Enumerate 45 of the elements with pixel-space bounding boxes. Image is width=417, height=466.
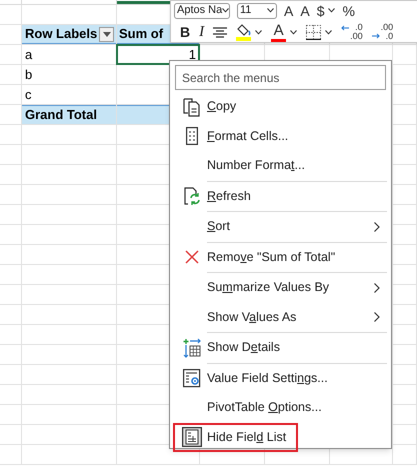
caret-icon xyxy=(267,8,274,13)
italic-button[interactable]: I xyxy=(199,24,204,40)
row-label: c xyxy=(25,86,32,104)
field-settings-icon xyxy=(183,368,201,388)
caret-icon xyxy=(222,8,230,13)
align-center-icon[interactable] xyxy=(213,26,228,38)
filter-dropdown-button[interactable] xyxy=(99,26,114,42)
borders-icon[interactable] xyxy=(306,24,322,40)
toolbar-button[interactable]: % xyxy=(342,4,355,18)
toolbar-button[interactable]: A xyxy=(300,4,310,18)
grand-total-label: Grand Total xyxy=(25,106,97,124)
menu-item[interactable]: Refresh xyxy=(175,182,386,211)
column-header: Sum of xyxy=(119,25,164,44)
font-name-field[interactable]: Aptos Na xyxy=(174,2,230,18)
menu-item[interactable]: Copy xyxy=(175,92,386,122)
row-label: b xyxy=(25,66,32,84)
menu-item[interactable]: Show Details xyxy=(175,333,386,362)
remove-icon xyxy=(185,250,199,264)
menu-item[interactable]: Sort xyxy=(175,212,386,242)
menu-item[interactable]: Summarize Values By xyxy=(175,273,386,302)
fill-color-icon[interactable] xyxy=(236,24,252,40)
search-field[interactable]: Search the menus xyxy=(175,65,386,90)
font-size-field[interactable]: 11 xyxy=(237,2,277,18)
menu-item[interactable]: PivotTable Options... xyxy=(175,393,386,422)
arrow-icon xyxy=(341,25,350,31)
copy-icon xyxy=(183,96,201,117)
table-cell[interactable]: 1 xyxy=(117,45,199,64)
font-color-button[interactable]: A xyxy=(271,22,286,42)
menu-item[interactable]: Number Format... xyxy=(175,151,386,180)
toolbar-button[interactable]: $ xyxy=(316,4,324,18)
menu-item[interactable]: Value Field Settings... xyxy=(175,364,386,393)
menu-item[interactable]: Format Cells... xyxy=(175,122,386,151)
triangle-icon xyxy=(102,32,110,36)
decrease-decimal-button[interactable]: .00 .0 xyxy=(372,23,394,41)
bold-button[interactable]: B xyxy=(180,25,190,39)
menu-item[interactable]: Remove "Sum of Total" xyxy=(175,242,386,272)
toolbar-button[interactable]: A xyxy=(284,4,294,18)
format-cells-icon xyxy=(186,127,198,146)
arrow-icon xyxy=(372,33,380,39)
column-header: Row Labels xyxy=(25,25,98,44)
menu-item[interactable]: Show Values As xyxy=(175,302,386,332)
increase-decimal-button[interactable]: .0 .00 xyxy=(341,23,363,41)
refresh-icon xyxy=(184,186,200,206)
show-details-icon xyxy=(183,338,201,358)
row-label: a xyxy=(25,46,32,64)
